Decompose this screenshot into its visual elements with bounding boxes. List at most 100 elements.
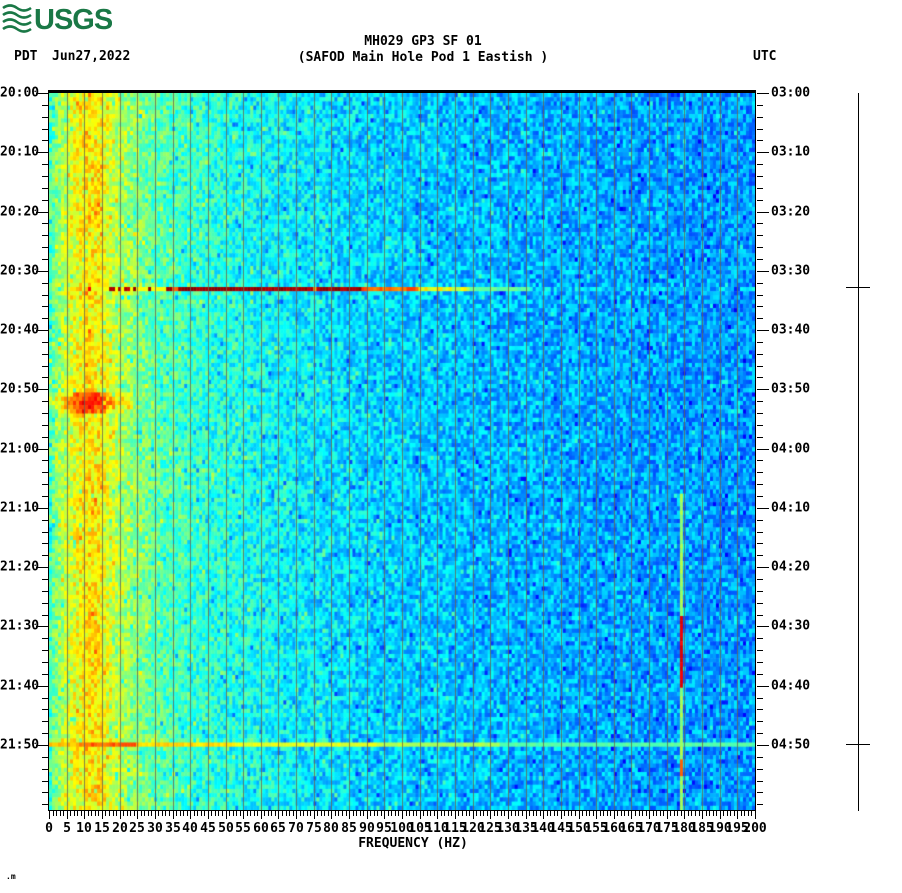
freq-tick <box>127 811 128 816</box>
freq-tick <box>744 811 745 816</box>
time-tick-right <box>757 117 763 118</box>
freq-tick <box>310 811 311 816</box>
event-marker-0332 <box>846 287 870 288</box>
time-tick-right <box>757 603 763 604</box>
freq-tick <box>204 811 205 816</box>
freq-tick <box>338 811 339 816</box>
time-tick-right <box>757 733 763 734</box>
freq-tick <box>293 811 294 816</box>
freq-tick <box>123 811 124 816</box>
freq-tick <box>550 811 551 816</box>
freq-tick <box>430 811 431 816</box>
freq-tick <box>289 811 290 816</box>
y-left-tick-label: 21:00 <box>0 441 40 457</box>
time-tick-right <box>757 235 763 236</box>
freq-tick <box>173 811 174 819</box>
freq-tick <box>402 811 403 819</box>
freq-tick <box>116 811 117 816</box>
x-tick-label: 5 <box>63 821 71 836</box>
time-tick-left <box>42 804 49 805</box>
time-tick-right <box>757 472 763 473</box>
time-tick-right <box>757 721 763 722</box>
time-tick-right <box>757 354 763 355</box>
time-tick-right <box>757 804 763 805</box>
time-tick-right <box>757 188 763 189</box>
time-tick-left <box>42 638 49 639</box>
y-right-tick-label: 03:30 <box>771 263 811 279</box>
freq-tick <box>515 811 516 816</box>
y-left-tick-label: 20:50 <box>0 381 40 397</box>
freq-tick <box>487 811 488 816</box>
time-tick-right <box>757 306 763 307</box>
freq-tick <box>751 811 752 816</box>
time-tick-right <box>757 366 763 367</box>
freq-tick <box>720 811 721 819</box>
freq-tick <box>381 811 382 816</box>
freq-tick <box>656 811 657 816</box>
time-tick-right <box>757 342 763 343</box>
freq-tick <box>63 811 64 816</box>
freq-tick <box>451 811 452 816</box>
freq-tick <box>335 811 336 816</box>
freq-tick <box>653 811 654 816</box>
freq-tick <box>264 811 265 816</box>
time-tick-left <box>42 650 49 651</box>
freq-tick <box>151 811 152 816</box>
time-tick-right <box>757 377 763 378</box>
time-tick-right <box>757 555 763 556</box>
time-tick-right <box>757 401 763 402</box>
freq-tick <box>508 811 509 819</box>
x-tick-label: 40 <box>182 821 198 836</box>
freq-tick <box>526 811 527 819</box>
y-right-tick-label: 04:40 <box>771 678 811 694</box>
time-tick-right <box>757 698 763 699</box>
freq-tick <box>105 811 106 816</box>
freq-tick <box>183 811 184 816</box>
freq-tick <box>543 811 544 819</box>
freq-tick <box>557 811 558 816</box>
freq-tick <box>300 811 301 816</box>
freq-tick <box>169 811 170 816</box>
time-tick-right <box>757 769 763 770</box>
freq-tick <box>303 811 304 816</box>
freq-tick <box>307 811 308 816</box>
freq-tick <box>331 811 332 819</box>
time-tick-left <box>42 781 49 782</box>
freq-tick <box>367 811 368 819</box>
y-right-tick-label: 03:20 <box>771 204 811 220</box>
freq-tick <box>254 811 255 816</box>
freq-tick <box>688 811 689 816</box>
freq-tick <box>324 811 325 816</box>
spectrogram-heatmap <box>48 90 756 811</box>
freq-tick <box>56 811 57 816</box>
time-tick-left <box>42 140 49 141</box>
freq-tick <box>589 811 590 816</box>
freq-tick <box>416 811 417 816</box>
freq-tick <box>518 811 519 816</box>
time-tick-right <box>757 674 763 675</box>
plot-subtitle: (SAFOD Main Hole Pod 1 Eastish ) <box>297 50 549 65</box>
time-tick-right <box>757 449 769 450</box>
time-tick-left <box>42 164 49 165</box>
freq-tick <box>317 811 318 816</box>
freq-tick <box>187 811 188 816</box>
freq-tick <box>314 811 315 819</box>
freq-tick <box>522 811 523 816</box>
time-tick-right <box>757 200 763 201</box>
freq-tick <box>130 811 131 816</box>
freq-tick <box>271 811 272 816</box>
time-tick-left <box>42 306 49 307</box>
time-tick-left <box>42 401 49 402</box>
freq-tick <box>374 811 375 816</box>
freq-tick <box>504 811 505 816</box>
time-tick-left <box>42 532 49 533</box>
time-tick-right <box>757 579 763 580</box>
y-right-tick-label: 04:00 <box>771 441 811 457</box>
freq-tick <box>642 811 643 816</box>
time-tick-left <box>42 496 49 497</box>
x-tick-label: 50 <box>218 821 234 836</box>
freq-tick <box>363 811 364 816</box>
time-tick-right <box>757 709 763 710</box>
time-tick-left <box>42 413 49 414</box>
freq-tick <box>162 811 163 816</box>
